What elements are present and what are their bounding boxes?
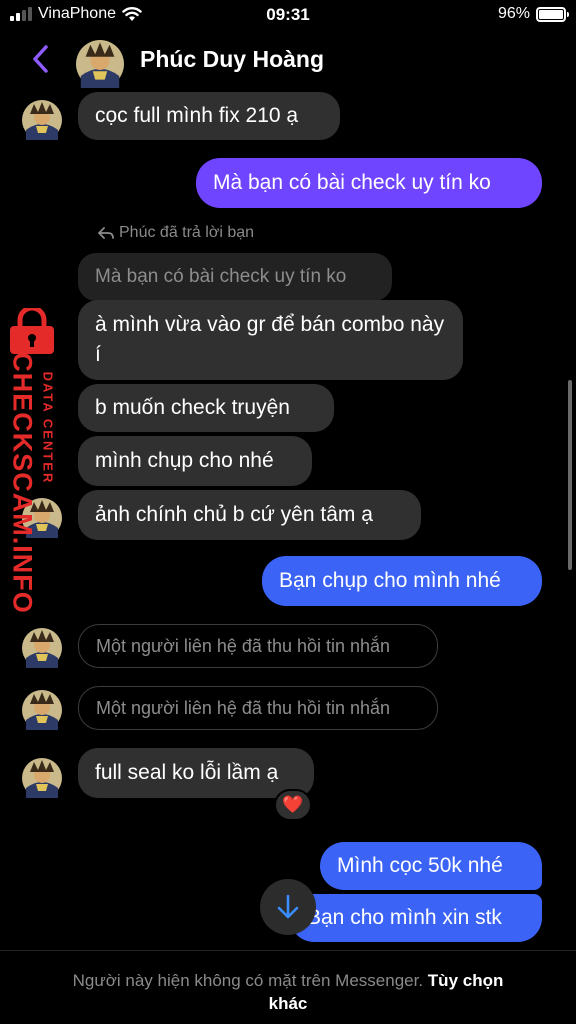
battery-icon [536, 6, 569, 22]
arrow-down-icon [277, 894, 299, 919]
contact-avatar-small[interactable] [22, 758, 62, 798]
lock-icon [10, 308, 54, 354]
recalled-message: Một người liên hệ đã thu hồi tin nhắn [78, 624, 438, 668]
reply-note-text: Phúc đã trả lời bạn [119, 224, 255, 241]
message-bubble-outgoing[interactable]: Mình cọc 50k nhé [320, 842, 542, 890]
checkscam-watermark: CHECKSCAM.INFO DATA CENTER [4, 308, 64, 614]
heart-reaction-icon[interactable]: ❤️ [274, 789, 312, 821]
watermark-subtext: DATA CENTER [40, 371, 56, 485]
contact-avatar[interactable] [76, 40, 124, 88]
footer-notice: Người này hiện không có mặt trên Messeng… [72, 971, 424, 990]
message-bubble-incoming[interactable]: ảnh chính chủ b cứ yên tâm ạ [78, 490, 421, 540]
quoted-message[interactable]: Mà bạn có bài check uy tín ko [78, 253, 392, 301]
clock: 09:31 [266, 5, 310, 24]
back-button[interactable] [28, 42, 54, 76]
scroll-to-bottom-button[interactable] [260, 879, 316, 935]
message-bubble-incoming[interactable]: mình chụp cho nhé [78, 436, 312, 486]
contact-avatar-small[interactable] [22, 628, 62, 668]
reply-indicator: Phúc đã trả lời bạn [98, 224, 254, 242]
status-bar: VinaPhone 09:31 96% [0, 0, 576, 30]
scrollbar[interactable] [568, 380, 572, 570]
message-bubble-incoming[interactable]: à mình vừa vào gr để bán combo này í [78, 300, 463, 380]
message-bubble-incoming[interactable]: full seal ko lỗi lầm ạ [78, 748, 314, 798]
message-bubble-outgoing[interactable]: Bạn cho mình xin stk [290, 894, 542, 942]
message-bubble-outgoing[interactable]: Mà bạn có bài check uy tín ko [196, 158, 542, 208]
message-bubble-incoming[interactable]: cọc full mình fix 210 ạ [78, 92, 340, 140]
battery-percent: 96% [497, 5, 530, 22]
conversation-header: Phúc Duy Hoàng [0, 30, 576, 90]
message-bubble-outgoing[interactable]: Bạn chụp cho mình nhé [262, 556, 542, 606]
contact-name[interactable]: Phúc Duy Hoàng [140, 46, 324, 73]
unavailable-footer: Người này hiện không có mặt trên Messeng… [0, 950, 576, 1024]
chevron-left-icon [33, 45, 48, 73]
reply-arrow-icon [98, 227, 114, 239]
recalled-message: Một người liên hệ đã thu hồi tin nhắn [78, 686, 438, 730]
contact-avatar-small[interactable] [22, 690, 62, 730]
contact-avatar-small[interactable] [22, 100, 62, 140]
watermark-text: CHECKSCAM.INFO [7, 352, 38, 614]
message-bubble-incoming[interactable]: b muốn check truyện [78, 384, 334, 432]
